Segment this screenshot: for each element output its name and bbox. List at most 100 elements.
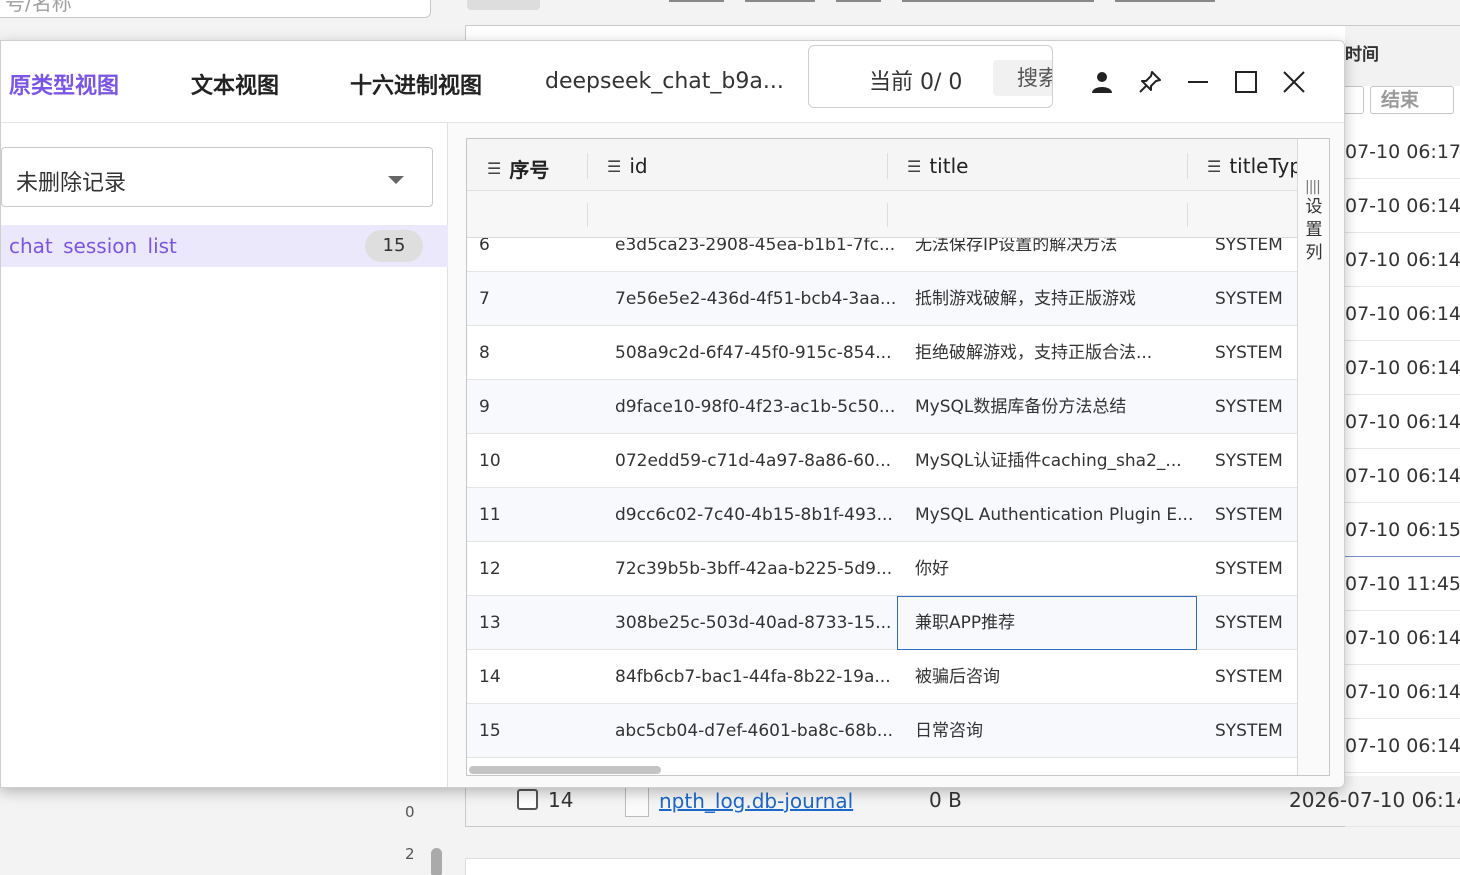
cell-title[interactable]: 日常咨询 (915, 704, 1200, 758)
cell-title[interactable]: MySQL Authentication Plugin E... (915, 488, 1200, 542)
background-file-time: 2026-07-10 06:14:3 (1289, 788, 1460, 812)
cell-id[interactable]: 84fb6cb7-bac1-44fa-8b22-19a... (615, 650, 895, 704)
cell-seq[interactable]: 13 (479, 596, 589, 650)
background-search-input[interactable]: 号/名称 (0, 0, 431, 18)
sidebar-item-label: chat session list (9, 234, 177, 258)
column-divider[interactable] (587, 153, 588, 179)
background-scrollbar[interactable] (431, 848, 442, 875)
cell-title-type[interactable]: SYSTEM (1215, 380, 1295, 434)
cell-id[interactable]: e3d5ca23-2908-45ea-b1b1-7fc... (615, 238, 895, 272)
column-header-id[interactable]: ☰ id (607, 154, 648, 178)
cell-title-type[interactable]: SYSTEM (1215, 596, 1295, 650)
chevron-down-icon (388, 176, 404, 184)
column-settings-label: 设置列 (1305, 197, 1323, 263)
cell-seq[interactable]: 15 (479, 704, 589, 758)
cell-id[interactable]: d9face10-98f0-4f23-ac1b-5c50... (615, 380, 895, 434)
sidebar-item-chat-session-list[interactable]: chat session list 15 (1, 225, 448, 267)
column-divider (587, 203, 588, 227)
tab-raw-type-view[interactable]: 原类型视图 (9, 68, 119, 100)
column-header-seq[interactable]: ☰ 序号 (487, 154, 549, 183)
cell-title-type[interactable]: SYSTEM (1215, 488, 1295, 542)
background-link-underline (669, 0, 724, 2)
cell-title[interactable]: 你好 (915, 542, 1200, 596)
background-search-placeholder: 号/名称 (5, 0, 72, 15)
cell-seq[interactable]: 9 (479, 380, 589, 434)
table-row[interactable]: 14 84fb6cb7-bac1-44fa-8b22-19a... 被骗后咨询 SYS… (467, 650, 1297, 704)
cell-id[interactable]: abc5cb04-d7ef-4601-ba8c-68b... (615, 704, 895, 758)
background-timestamp: 07-10 06:17:5 (1345, 125, 1460, 179)
background-link-underline (745, 0, 815, 2)
search-box: 当前 0/ 0 搜索 (808, 45, 1053, 108)
table-row[interactable]: 13 308be25c-503d-40ad-8733-15... 兼职APP推荐 SY… (467, 596, 1297, 650)
tab-hex-view[interactable]: 十六进制视图 (350, 68, 482, 100)
table-row[interactable]: 9 d9face10-98f0-4f23-ac1b-5c50... MySQL数据库… (467, 380, 1297, 434)
list-icon: ☰ (1207, 156, 1222, 176)
pin-icon[interactable] (1135, 67, 1165, 97)
cell-title[interactable]: MySQL数据库备份方法总结 (915, 380, 1200, 434)
cell-title[interactable]: MySQL认证插件caching_sha2_... (915, 434, 1200, 488)
close-icon[interactable] (1279, 67, 1309, 97)
cell-title[interactable]: 被骗后咨询 (915, 650, 1200, 704)
cell-seq[interactable]: 12 (479, 542, 589, 596)
column-divider (887, 203, 888, 227)
tab-text-view[interactable]: 文本视图 (191, 68, 279, 100)
list-icon: ☰ (487, 159, 502, 178)
cell-seq[interactable]: 10 (479, 434, 589, 488)
table-row[interactable]: 15 abc5cb04-d7ef-4601-ba8c-68b... 日常咨询 SYST… (467, 704, 1297, 758)
column-header-title[interactable]: ☰ title (907, 154, 968, 178)
dialog-titlebar: 原类型视图 文本视图 十六进制视图 deepseek_chat_b9a... 当… (1, 41, 1344, 123)
cell-id[interactable]: 7e56e5e2-436d-4f51-bcb4-3aa... (615, 272, 895, 326)
cell-id[interactable]: 72c39b5b-3bff-42aa-b225-5d9... (615, 542, 895, 596)
cell-title-type[interactable]: SYSTEM (1215, 650, 1295, 704)
cell-seq[interactable]: 14 (479, 650, 589, 704)
cell-id[interactable]: 508a9c2d-6f47-45f0-915c-854... (615, 326, 895, 380)
table-row[interactable]: 12 72c39b5b-3bff-42aa-b225-5d9... 你好 SYSTEM (467, 542, 1297, 596)
cell-title[interactable]: 拒绝破解游戏，支持正版合法... (915, 326, 1200, 380)
row-checkbox[interactable] (517, 789, 538, 810)
column-header-title-type[interactable]: ☰ titleTyp (1207, 154, 1302, 178)
cell-title[interactable]: 抵制游戏破解，支持正版游戏 (915, 272, 1200, 326)
list-icon: ☰ (907, 156, 922, 176)
minimize-icon[interactable] (1183, 67, 1213, 97)
horizontal-scrollbar[interactable] (467, 763, 1297, 775)
background-timestamp: 07-10 06:14:3 (1345, 341, 1460, 395)
column-divider[interactable] (1187, 153, 1188, 179)
table-row[interactable]: 11 d9cc6c02-7c40-4b15-8b1f-493... MySQL Au… (467, 488, 1297, 542)
table-row[interactable]: 10 072edd59-c71d-4a97-8a86-60... MySQL认证插件… (467, 434, 1297, 488)
background-timestamp: 07-10 06:14:3 (1345, 719, 1460, 773)
table-row[interactable]: 6 e3d5ca23-2908-45ea-b1b1-7fc... 无法保存IP设置的… (467, 238, 1297, 272)
column-divider[interactable] (887, 153, 888, 179)
user-icon[interactable] (1087, 67, 1117, 97)
background-file-size: 0 B (929, 788, 962, 812)
search-button[interactable]: 搜索 (993, 60, 1052, 96)
cell-seq[interactable]: 6 (479, 238, 589, 272)
scrollbar-thumb[interactable] (469, 766, 661, 774)
cell-id[interactable]: d9cc6c02-7c40-4b15-8b1f-493... (615, 488, 895, 542)
cell-id[interactable]: 308be25c-503d-40ad-8733-15... (615, 596, 895, 650)
grid-filter-row (467, 191, 1297, 238)
background-filter-end[interactable]: 结束 (1370, 86, 1454, 114)
file-name-tab[interactable]: deepseek_chat_b9a... (545, 69, 784, 94)
cell-seq[interactable]: 11 (479, 488, 589, 542)
cell-title-type[interactable]: SYSTEM (1215, 238, 1295, 272)
table-row[interactable]: 8 508a9c2d-6f47-45f0-915c-854... 拒绝破解游戏，支持… (467, 326, 1297, 380)
cell-id[interactable]: 072edd59-c71d-4a97-8a86-60... (615, 434, 895, 488)
cell-title-type[interactable]: SYSTEM (1215, 434, 1295, 488)
cell-seq[interactable]: 8 (479, 326, 589, 380)
table-row[interactable]: 7 7e56e5e2-436d-4f51-bcb4-3aa... 抵制游戏破解，支持… (467, 272, 1297, 326)
background-timestamp: 07-10 06:14:4 (1345, 611, 1460, 665)
cell-title-type[interactable]: SYSTEM (1215, 542, 1295, 596)
background-file-link[interactable]: npth_log.db-journal (659, 789, 853, 813)
cell-title-type[interactable]: SYSTEM (1215, 326, 1295, 380)
background-toolbar-button[interactable] (467, 0, 540, 10)
background-timestamp: 07-10 06:15:3 (1345, 503, 1460, 557)
record-filter-select[interactable]: 未删除记录 (1, 147, 433, 207)
cell-seq[interactable]: 7 (479, 272, 589, 326)
cell-title-type[interactable]: SYSTEM (1215, 704, 1295, 758)
cell-title-type[interactable]: SYSTEM (1215, 272, 1295, 326)
cell-title[interactable]: 无法保存IP设置的解决方法 (915, 238, 1200, 272)
column-settings-panel[interactable]: |||| 设置列 (1297, 139, 1329, 775)
background-link-underline (902, 0, 1094, 2)
maximize-icon[interactable] (1231, 67, 1261, 97)
background-row-number: 14 (548, 788, 574, 812)
